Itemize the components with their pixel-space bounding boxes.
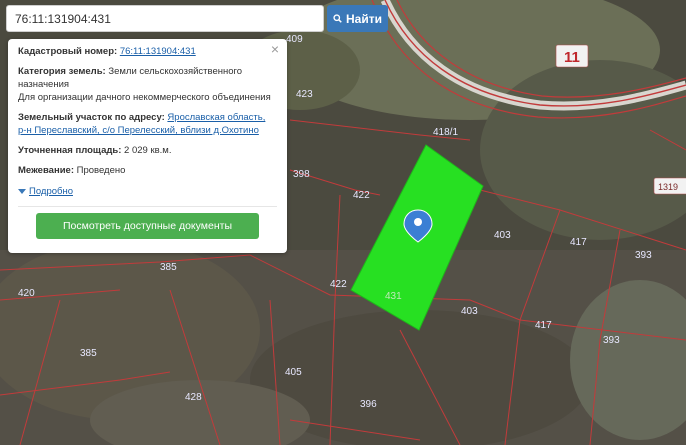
map-label: 403 (494, 230, 511, 241)
map-label: 385 (80, 348, 97, 359)
details-toggle[interactable]: Подробно (18, 185, 73, 198)
caret-down-icon (18, 189, 26, 194)
map-label: 417 (570, 237, 587, 248)
map-label: 423 (296, 89, 313, 100)
address-row: Земельный участок по адресу: Ярославская… (18, 111, 277, 137)
details-toggle-label: Подробно (29, 186, 73, 197)
map-label: 409 (286, 34, 303, 45)
area-label: Уточненная площадь: (18, 145, 122, 156)
map-label: 420 (18, 288, 35, 299)
map-label: 398 (293, 169, 310, 180)
map-label: 422 (330, 279, 347, 290)
survey-row: Межевание: Проведено (18, 164, 277, 177)
map-label: 422 (353, 190, 370, 201)
area-value: 2 029 кв.м. (124, 145, 172, 156)
divider (18, 206, 277, 207)
map-label: 393 (635, 250, 652, 261)
area-row: Уточненная площадь: 2 029 кв.м. (18, 144, 277, 157)
search-button[interactable]: Найти (327, 5, 388, 32)
address-label: Земельный участок по адресу: (18, 112, 165, 123)
cadastral-number-link[interactable]: 76:11:131904:431 (120, 46, 196, 57)
address-link-line2[interactable]: р-н Переславский, с/о Перелесский, вблиз… (18, 124, 277, 137)
zone-label: 11 (564, 49, 580, 66)
search-button-label: Найти (346, 11, 382, 26)
view-documents-label: Посмотреть доступные документы (62, 219, 232, 232)
survey-label: Межевание: (18, 165, 74, 176)
cadastral-number-row: Кадастровый номер: 76:11:131904:431 (18, 45, 277, 58)
view-documents-button[interactable]: Посмотреть доступные документы (36, 213, 259, 239)
land-use-value: Для организации дачного некоммерческого … (18, 92, 271, 103)
map-label: 405 (285, 367, 302, 378)
cadastral-number-label: Кадастровый номер: (18, 46, 118, 57)
search-icon (333, 14, 342, 23)
map-label: 396 (360, 399, 377, 410)
search-input[interactable] (6, 5, 324, 32)
map-label: 428 (185, 392, 202, 403)
map-label: 385 (160, 262, 177, 273)
address-link[interactable]: Ярославская область, (167, 112, 265, 123)
map-label: 403 (461, 306, 478, 317)
land-category-label: Категория земель: (18, 66, 106, 77)
map-label: 417 (535, 320, 552, 331)
edge-label: 1319 (658, 182, 678, 192)
search-bar (6, 5, 324, 32)
close-icon[interactable]: × (271, 42, 279, 56)
map-label: 393 (603, 335, 620, 346)
land-category-row: Категория земель: Земли сельскохозяйстве… (18, 65, 277, 104)
parcel-info-popup: × Кадастровый номер: 76:11:131904:431 Ка… (8, 39, 287, 253)
survey-value: Проведено (76, 165, 126, 176)
map-label: 418/1 (433, 127, 458, 138)
map-label: 431 (385, 291, 402, 302)
